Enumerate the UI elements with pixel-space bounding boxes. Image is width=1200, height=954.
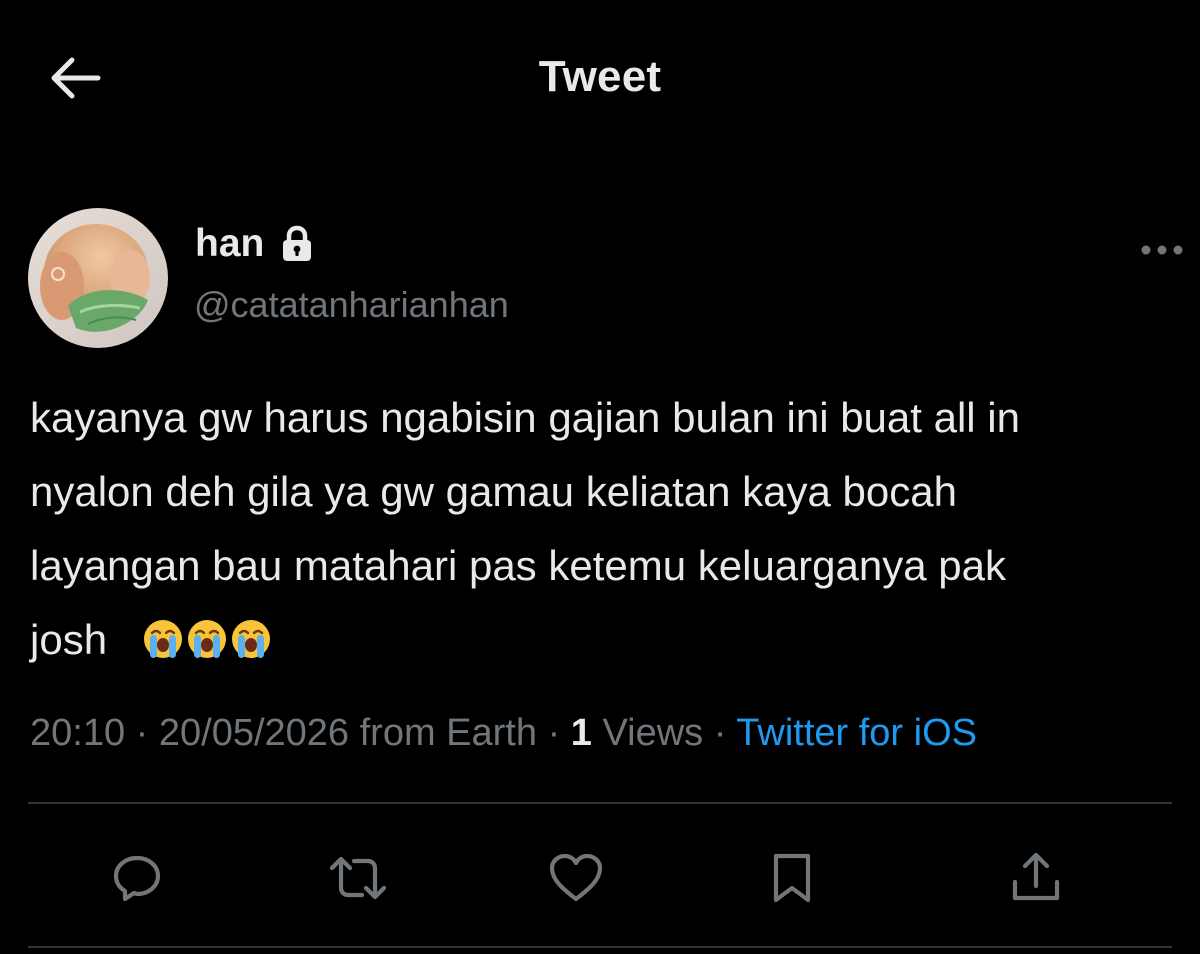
user-handle[interactable]: @catatanharianhan [194,284,509,326]
display-name-row[interactable]: han [195,222,314,266]
bookmark-button[interactable] [760,846,824,910]
separator-dot: · [125,712,159,754]
views-label: Views [591,712,704,754]
loudly-crying-face-emoji [188,620,227,658]
more-options-button[interactable] [1132,230,1192,270]
tweet-text: kayanya gw harus ngabisin gajian bulan i… [30,381,1170,677]
avatar[interactable] [28,208,168,348]
lock-icon [280,225,314,263]
tweet-text-line: nyalon deh gila ya gw gamau keliatan kay… [30,468,957,515]
heart-icon [549,853,603,902]
top-bar: Tweet [0,0,1200,160]
source-link[interactable]: Twitter for iOS [736,712,977,754]
display-name: han [195,222,265,265]
tweet-text-last-line: josh [30,603,1170,677]
separator-dot: · [703,712,737,754]
reply-icon [113,855,161,902]
page-title: Tweet [538,52,662,101]
retweet-icon [329,856,387,900]
tweet-text-line: kayanya gw harus ngabisin gajian bulan i… [30,394,1020,441]
divider [28,802,1172,804]
tweet-time[interactable]: 20:10 [30,712,125,754]
tweet-location: from Earth [349,712,538,754]
separator-dot: · [537,712,571,754]
tweet-date[interactable]: 20/05/2026 [159,712,349,754]
loudly-crying-face-emoji [232,620,271,658]
tweet-metadata: 20:10 · 20/05/2026 from Earth · 1 Views … [30,712,977,755]
retweet-button[interactable] [326,846,390,910]
tweet-author: han @catatanharianhan [28,200,1183,350]
share-button[interactable] [1004,846,1068,910]
like-button[interactable] [544,846,608,910]
tweet-text-line: josh [30,616,108,663]
bookmark-icon [773,853,811,903]
tweet-text-line: layangan bau matahari pas ketemu keluarg… [30,542,1006,589]
reply-button[interactable] [105,846,169,910]
avatar-image [28,208,168,348]
share-icon [1012,852,1060,901]
views-count[interactable]: 1 [571,712,592,754]
divider [28,946,1172,948]
more-horizontal-icon [1141,245,1183,255]
loudly-crying-face-emoji [144,620,183,658]
